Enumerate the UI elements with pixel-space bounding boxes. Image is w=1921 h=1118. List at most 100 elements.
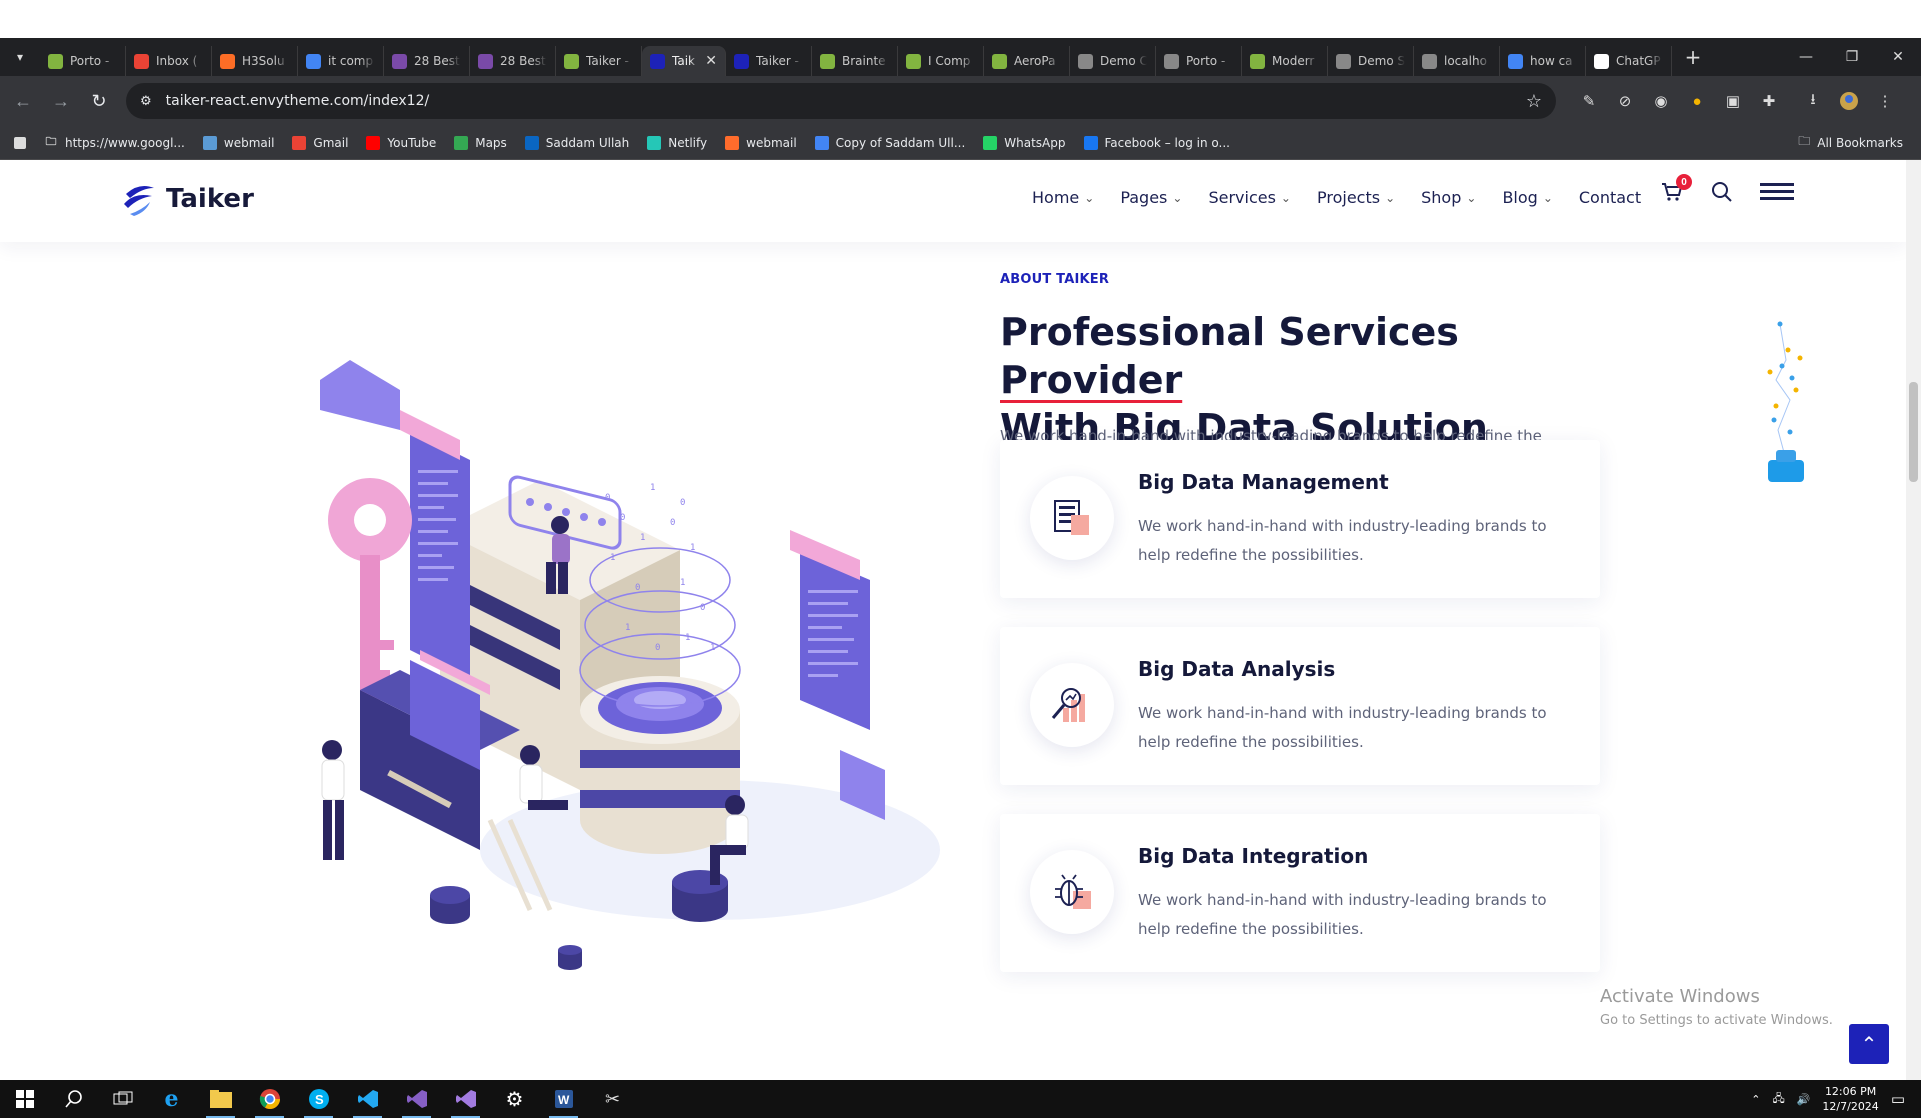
- nav-item-pages[interactable]: Pages ⌄: [1120, 188, 1182, 207]
- nav-item-services[interactable]: Services ⌄: [1208, 188, 1291, 207]
- task-view-icon[interactable]: [98, 1080, 147, 1118]
- bookmark-item[interactable]: Facebook – log in o...: [1083, 135, 1230, 150]
- bookmark-item[interactable]: webmail: [725, 135, 797, 150]
- chatgpt-icon: [1594, 53, 1609, 69]
- netlify-icon: [647, 135, 662, 150]
- network-icon[interactable]: 🖧: [1772, 1090, 1784, 1109]
- bookmark-item[interactable]: Saddam Ullah: [524, 135, 629, 150]
- taskbar-search-icon[interactable]: [49, 1080, 98, 1118]
- browser-tab[interactable]: Porto -: [1156, 46, 1242, 76]
- browser-tab[interactable]: Taiker -: [726, 46, 812, 76]
- file-explorer-icon[interactable]: [196, 1080, 245, 1118]
- reload-icon[interactable]: ↻: [80, 91, 118, 112]
- browser-tab[interactable]: 28 Best: [384, 46, 470, 76]
- compass-extension-icon[interactable]: ⊘: [1614, 90, 1636, 112]
- browser-tab[interactable]: H3Solu: [212, 46, 298, 76]
- tab-search-button[interactable]: ▾: [0, 38, 40, 76]
- bookmark-item[interactable]: Netlify: [647, 135, 707, 150]
- browser-tab[interactable]: how ca: [1500, 46, 1586, 76]
- nav-item-blog[interactable]: Blog ⌄: [1502, 188, 1552, 207]
- person-standing-left: [321, 740, 345, 860]
- volume-icon[interactable]: 🔊: [1797, 1093, 1811, 1106]
- eyedropper-extension-icon[interactable]: ✎: [1578, 90, 1600, 112]
- browser-tab[interactable]: it comp: [298, 46, 384, 76]
- bookmark-item[interactable]: Gmail: [292, 135, 348, 150]
- browser-tab[interactable]: Inbox (: [126, 46, 212, 76]
- cart-button[interactable]: 0: [1660, 174, 1692, 204]
- svg-text:1: 1: [650, 483, 655, 493]
- bookmark-item[interactable]: Maps: [454, 135, 507, 150]
- notification-center-icon[interactable]: ▭: [1891, 1090, 1905, 1108]
- hamburger-menu-icon[interactable]: [1760, 180, 1796, 204]
- browser-tab[interactable]: Demo S: [1328, 46, 1414, 76]
- close-tab-icon[interactable]: ✕: [705, 53, 717, 69]
- forward-icon[interactable]: →: [42, 91, 80, 112]
- internet-explorer-icon[interactable]: e: [147, 1080, 196, 1118]
- browser-tab[interactable]: Demo C: [1070, 46, 1156, 76]
- profile-avatar-icon[interactable]: [1838, 90, 1860, 112]
- visual-studio-icon[interactable]: [392, 1080, 441, 1118]
- chevron-down-icon: ⌄: [1466, 190, 1477, 205]
- bookmark-item[interactable]: YouTube: [366, 135, 436, 150]
- extensions-puzzle-icon[interactable]: ✚: [1758, 90, 1780, 112]
- all-bookmarks-button[interactable]: 🗀 All Bookmarks: [1798, 132, 1903, 153]
- download-icon[interactable]: ⭳: [1802, 90, 1824, 112]
- minimize-icon[interactable]: —: [1783, 49, 1829, 65]
- scrollbar-thumb[interactable]: [1909, 382, 1918, 482]
- color-extension-icon[interactable]: ●: [1686, 90, 1708, 112]
- clock[interactable]: 12:06 PM 12/7/2024: [1822, 1084, 1878, 1114]
- browser-menu-icon[interactable]: ⋮: [1874, 90, 1896, 112]
- skype-icon[interactable]: S: [294, 1080, 343, 1118]
- apps-icon[interactable]: [14, 136, 26, 149]
- browser-tab[interactable]: ChatGP: [1586, 46, 1672, 76]
- browser-tab[interactable]: localho: [1414, 46, 1500, 76]
- feature-card[interactable]: Big Data Integration We work hand-in-han…: [1000, 814, 1600, 972]
- settings-gear-icon[interactable]: ⚙: [490, 1080, 539, 1118]
- browser-tab[interactable]: Brainte: [812, 46, 898, 76]
- browser-tab[interactable]: AeroPa: [984, 46, 1070, 76]
- url-input[interactable]: ⚙ taiker-react.envytheme.com/index12/ ☆: [126, 83, 1556, 119]
- feature-card[interactable]: Big Data Analysis We work hand-in-hand w…: [1000, 627, 1600, 785]
- snipping-tool-icon[interactable]: ✂: [588, 1080, 637, 1118]
- bookmark-item[interactable]: Copy of Saddam Ull...: [814, 135, 965, 150]
- tab-title: Taik: [672, 54, 695, 68]
- new-tab-button[interactable]: +: [1678, 45, 1708, 69]
- clock-time: 12:06 PM: [1824, 1085, 1877, 1098]
- logo-text: Taiker: [166, 184, 254, 214]
- bookmark-star-icon[interactable]: ☆: [1526, 91, 1542, 112]
- browser-tab[interactable]: I Comp: [898, 46, 984, 76]
- nav-item-home[interactable]: Home ⌄: [1032, 188, 1094, 207]
- browser-tab[interactable]: Moderr: [1242, 46, 1328, 76]
- feature-card[interactable]: Big Data Management We work hand-in-hand…: [1000, 440, 1600, 598]
- browser-tab[interactable]: Taik ✕: [642, 46, 726, 76]
- vscode-icon[interactable]: [343, 1080, 392, 1118]
- camera-extension-icon[interactable]: ◉: [1650, 90, 1672, 112]
- browser-tab[interactable]: Porto -: [40, 46, 126, 76]
- browser-tab[interactable]: Taiker -: [556, 46, 642, 76]
- nav-item-shop[interactable]: Shop ⌄: [1421, 188, 1476, 207]
- nav-item-projects[interactable]: Projects ⌄: [1317, 188, 1395, 207]
- tray-chevron-up-icon[interactable]: ⌃: [1751, 1093, 1760, 1106]
- word-icon[interactable]: W: [539, 1080, 588, 1118]
- chrome-taskbar-icon[interactable]: [245, 1080, 294, 1118]
- bookmark-item[interactable]: webmail: [202, 135, 274, 150]
- site-info-icon[interactable]: ⚙: [140, 94, 152, 109]
- scroll-to-top-button[interactable]: ⌃: [1849, 1024, 1889, 1064]
- chevron-down-icon: ⌄: [1542, 190, 1553, 205]
- screenshot-extension-icon[interactable]: ▣: [1722, 90, 1744, 112]
- back-icon[interactable]: ←: [4, 91, 42, 112]
- tab-title: Taiker -: [756, 54, 800, 68]
- search-icon[interactable]: [1710, 180, 1734, 204]
- tab-strip: Porto - Inbox (H3Solu it comp 28 Best 28 Bes…: [40, 38, 1672, 76]
- bookmark-item[interactable]: 🗀 https://www.googl...: [44, 135, 185, 150]
- site-logo[interactable]: Taiker: [120, 180, 254, 218]
- windows-start-icon[interactable]: [0, 1080, 49, 1118]
- restore-icon[interactable]: ❐: [1829, 49, 1875, 65]
- nav-item-contact[interactable]: Contact: [1579, 188, 1641, 207]
- browser-tab[interactable]: 28 Best: [470, 46, 556, 76]
- close-window-icon[interactable]: ✕: [1875, 49, 1921, 65]
- envato-icon: [48, 53, 63, 69]
- visual-studio-2-icon[interactable]: [441, 1080, 490, 1118]
- bookmark-item[interactable]: WhatsApp: [983, 135, 1066, 150]
- page-scrollbar[interactable]: [1906, 160, 1921, 1080]
